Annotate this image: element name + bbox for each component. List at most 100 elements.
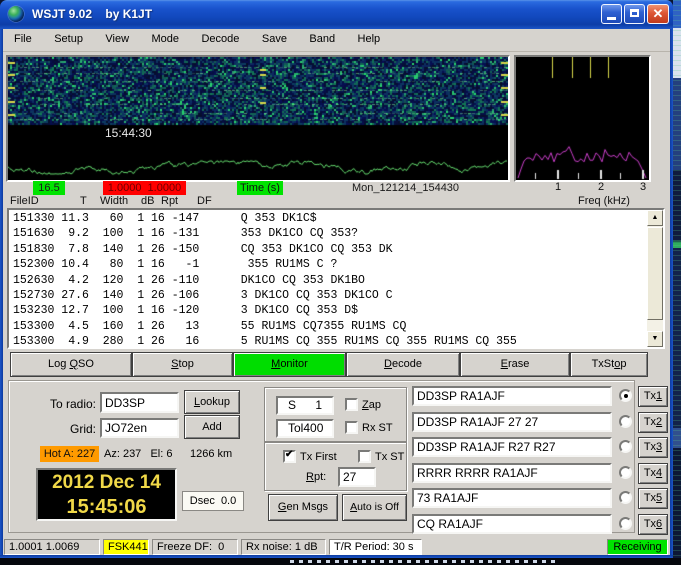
tx-st-option[interactable]: Tx ST [358,450,404,463]
decode-text-area[interactable]: 151330 11.3 60 1 16 -147 Q 353 DK1C$ 151… [7,208,665,349]
decode-row[interactable]: 152300 10.4 80 1 16 -1 355 RU1MS C ? [13,257,645,272]
tx-st-label: Tx ST [375,451,404,463]
menu-view[interactable]: View [96,29,138,52]
col-db: dB [141,195,154,207]
receiving-badge: Receiving [607,539,668,555]
s-label: S [288,398,296,413]
gen-msgs-button[interactable]: Gen Msgs [268,494,338,521]
tol-value: 400 [303,421,323,436]
rx-st-checkbox[interactable] [345,421,358,434]
minimize-button[interactable] [601,4,622,24]
tx-message-5-radio[interactable] [619,491,632,504]
file-name-label: Mon_121214_154430 [352,182,459,194]
grid-label: Grid: [36,422,96,436]
menu-mode[interactable]: Mode [143,29,189,52]
tx2-button[interactable]: Tx2 [638,412,668,433]
title-bar[interactable]: WSJT 9.02 by K1JT ✕ [0,0,673,29]
col-df: DF [197,195,212,207]
decode-row[interactable]: 153300 4.5 160 1 26 13 55 RU1MS CQ7355 R… [13,319,645,334]
col-width: Width [100,195,128,207]
freq-tick-2: 2 [596,181,606,193]
grid-input[interactable] [100,418,179,438]
tx-message-3-input[interactable] [412,437,612,457]
to-radio-input[interactable] [100,392,179,413]
freq-axis-label: Freq (kHz) [578,195,630,207]
tx-message-2-input[interactable] [412,412,612,432]
spectrum-canvas[interactable] [516,57,649,180]
scroll-up-icon[interactable]: ▲ [647,210,663,226]
tx3-button[interactable]: Tx3 [638,437,668,458]
tolerance-box[interactable]: Tol 400 [276,419,334,438]
menu-save[interactable]: Save [253,29,296,52]
rx-st-option[interactable]: Rx ST [345,421,393,434]
txstop-button[interactable]: TxStop [570,352,648,377]
waterfall-canvas[interactable] [8,57,508,180]
tx-message-5-input[interactable] [412,488,612,508]
waterfall-display[interactable] [6,55,510,182]
decode-row[interactable]: 153300 4.9 280 1 26 16 5 RU1MS CQ 355 RU… [13,334,645,346]
tx-message-2-radio[interactable] [619,415,632,428]
menu-help[interactable]: Help [349,29,390,52]
erase-button[interactable]: Erase [460,352,570,377]
tx-message-1-radio[interactable] [619,389,632,402]
tx-message-1-input[interactable] [412,386,612,406]
rpt-input[interactable] [338,467,376,487]
freq-tick-3: 3 [638,181,648,193]
tx-first-option[interactable]: Tx First [283,450,337,463]
close-button[interactable]: ✕ [647,4,669,24]
tx5-button[interactable]: Tx5 [638,488,668,509]
tx-message-3-radio[interactable] [619,440,632,453]
menu-band[interactable]: Band [300,29,344,52]
maximize-button[interactable] [624,4,645,24]
tx-message-4-radio[interactable] [619,466,632,479]
background-taskbar-strip [0,558,681,565]
decode-lines: 151330 11.3 60 1 16 -147 Q 353 DK1C$ 151… [9,211,645,346]
add-button[interactable]: Add [184,415,240,439]
monitor-button[interactable]: Monitor [233,352,346,377]
tx4-button[interactable]: Tx4 [638,463,668,484]
auto-toggle-button[interactable]: Auto is Off [342,494,407,521]
dsec-box[interactable]: Dsec 0.0 [182,491,244,511]
rpt-label: Rpt: [306,471,326,483]
decode-row[interactable]: 151630 9.2 100 1 16 -131 353 DK1CO CQ 35… [13,226,645,241]
sync-threshold-box[interactable]: S 1 [276,396,334,415]
decode-button[interactable]: Decode [346,352,460,377]
decode-row[interactable]: 151830 7.8 140 1 26 -150 CQ 353 DK1CO CQ… [13,242,645,257]
zap-checkbox[interactable] [345,398,358,411]
to-radio-label: To radio: [36,397,96,411]
tx-st-checkbox[interactable] [358,450,371,463]
decode-row[interactable]: 152730 27.6 140 1 26 -106 3 DK1CO CQ 353… [13,288,645,303]
scroll-down-icon[interactable]: ▼ [647,331,663,347]
log-qso-button[interactable]: Log QSO [10,352,132,377]
decode-row[interactable]: 153230 12.7 100 1 16 -120 3 DK1CO CQ 353… [13,303,645,318]
tx1-button[interactable]: Tx1 [638,386,668,407]
tx-message-6-input[interactable] [412,514,612,534]
waterfall-clock-overlay: 15:44:30 [105,126,152,140]
time-axis-badge: Time (s) [237,181,283,195]
zap-option[interactable]: Zap [345,398,381,411]
rx-st-label: Rx ST [362,422,393,434]
app-globe-icon [8,6,24,22]
decode-scrollbar[interactable]: ▲ ▼ [647,210,663,347]
tx-first-checkbox[interactable] [283,450,296,463]
decode-row[interactable]: 152630 4.2 120 1 26 -110 DK1CO CQ 353 DK… [13,273,645,288]
clock-time: 15:45:06 [38,495,175,519]
lookup-button[interactable]: Lookup [184,390,240,414]
spectrum-display[interactable] [514,55,651,182]
freeze-df-status: Freeze DF: 0 [152,539,238,555]
menu-setup[interactable]: Setup [45,29,92,52]
menu-file[interactable]: File [5,29,41,52]
freq-tick-1: 1 [553,181,563,193]
menu-bar: File Setup View Mode Decode Save Band He… [3,29,670,52]
tx-message-4-input[interactable] [412,463,612,483]
menu-decode[interactable]: Decode [192,29,248,52]
tx6-button[interactable]: Tx6 [638,514,668,535]
stop-button[interactable]: Stop [132,352,233,377]
decode-row[interactable]: 151330 11.3 60 1 16 -147 Q 353 DK1C$ [13,211,645,226]
rx-noise-status: Rx noise: 1 dB [241,539,326,555]
utc-clock: 2012 Dec 14 15:45:06 [36,468,177,521]
tx-message-6-radio[interactable] [619,517,632,530]
scrollbar-thumb[interactable] [647,227,663,320]
s-value: 1 [315,398,322,413]
rate-ratio-badge: 1.0000 1.0000 [103,181,186,195]
